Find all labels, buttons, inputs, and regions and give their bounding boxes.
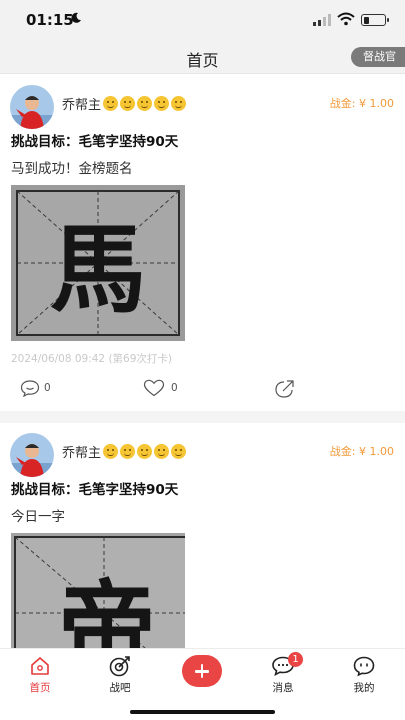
unamused-emoji-icon [137,444,153,459]
tab-profile-label: 我的 [353,682,375,694]
avatar[interactable] [10,85,54,129]
challenge-goal: 挑战目标：毛笔字坚持90天 [11,134,179,150]
tab-home-label: 首页 [29,682,51,694]
username[interactable]: 乔帮主 [62,442,187,461]
comment-button[interactable]: 0 [20,379,51,397]
post-photo[interactable]: 帝 [11,533,185,650]
add-post-button[interactable] [182,655,222,687]
laughing-emoji-icon [103,444,119,459]
username-text: 乔帮主 [62,98,102,113]
tab-messages[interactable]: 1 消息 [253,652,313,695]
unamused-emoji-icon [171,444,187,459]
post-separator [0,411,405,423]
unamused-emoji-icon [171,96,187,111]
unamused-emoji-icon [154,96,170,111]
like-count: 0 [171,382,178,394]
tab-battle[interactable]: 战吧 [90,655,150,695]
profile-icon [353,656,375,677]
target-icon [109,656,130,677]
comment-icon [20,380,40,397]
home-icon [31,657,49,675]
tab-messages-label: 消息 [272,682,294,694]
post-text: 今日一字 [11,509,65,525]
cellular-signal-icon [313,14,331,26]
home-indicator [130,710,275,714]
unamused-emoji-icon [137,96,153,111]
username[interactable]: 乔帮主 [62,94,187,113]
status-bar: 01:15 [0,0,405,40]
moon-icon [71,12,81,23]
like-button[interactable]: 0 [143,379,178,397]
message-badge: 1 [288,652,303,667]
wifi-icon [337,12,355,26]
war-fund-label: 战金: ¥ 1.00 [329,97,394,110]
smile-emoji-icon [120,444,136,459]
share-icon [275,380,294,398]
battery-icon [361,14,389,26]
post-photo[interactable]: 馬 [11,185,185,341]
tab-battle-label: 战吧 [109,682,131,694]
comment-count: 0 [44,382,51,394]
post-feed[interactable]: 乔帮主 战金: ¥ 1.00 挑战目标：毛笔字坚持90天 马到成功！金榜题名 馬… [0,75,405,650]
war-fund-label: 战金: ¥ 1.00 [329,445,394,458]
page-title: 首页 [186,51,219,70]
share-button[interactable] [274,379,296,399]
nav-bar: 首页 督战官 [0,40,405,74]
unamused-emoji-icon [154,444,170,459]
challenge-goal: 挑战目标：毛笔字坚持90天 [11,482,179,498]
heart-icon [143,379,165,397]
avatar[interactable] [10,433,54,477]
post-actions: 0 0 [0,377,405,401]
post-text: 马到成功！金榜题名 [11,161,133,177]
username-text: 乔帮主 [62,446,102,461]
supervisor-button[interactable]: 督战官 [351,47,405,67]
tab-profile[interactable]: 我的 [334,655,394,695]
calligraphy-character: 馬 [50,213,146,326]
post-meta: 2024/06/08 09:42 (第69次打卡) [11,353,173,365]
calligraphy-character: 帝 [58,570,156,650]
post-card[interactable]: 乔帮主 战金: ¥ 1.00 挑战目标：毛笔字坚持90天 马到成功！金榜题名 馬… [0,75,405,411]
smile-emoji-icon [120,96,136,111]
tab-home[interactable]: 首页 [10,655,70,695]
status-time: 01:15 [26,11,74,29]
post-card[interactable]: 乔帮主 战金: ¥ 1.00 挑战目标：毛笔字坚持90天 今日一字 帝 [0,423,405,650]
laughing-emoji-icon [103,96,119,111]
